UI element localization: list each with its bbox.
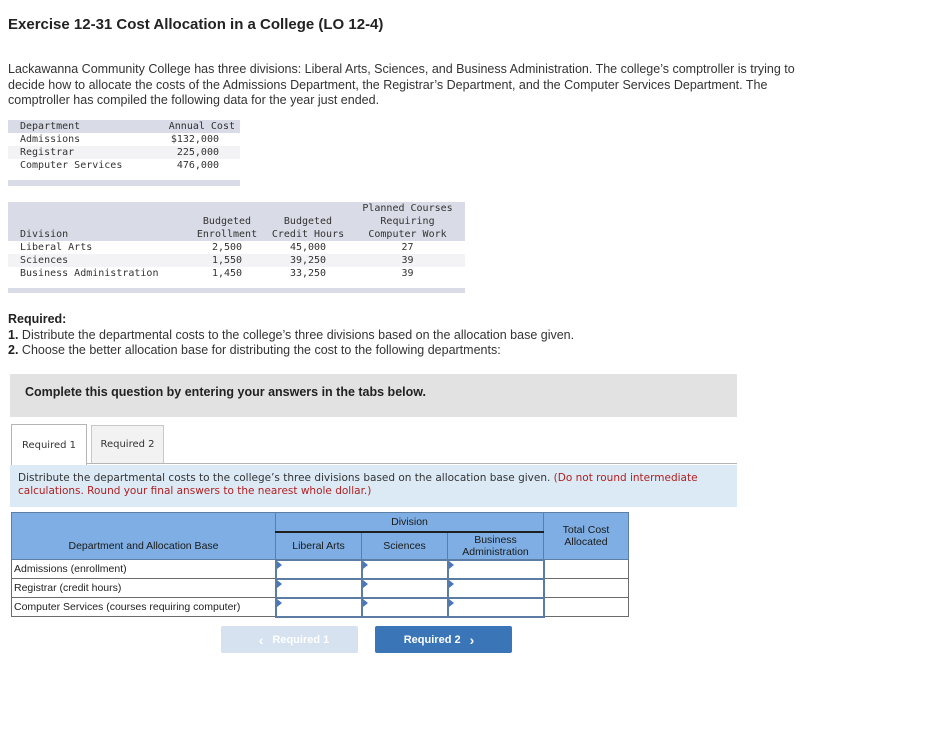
- header-division-group: Division: [275, 512, 544, 533]
- tab-required-2[interactable]: Required 2: [91, 425, 164, 464]
- registrar-liberal-arts-input[interactable]: [276, 579, 361, 597]
- department-name: Registrar: [8, 146, 151, 159]
- page-title: Exercise 12-31 Cost Allocation in a Coll…: [8, 16, 384, 33]
- chevron-right-icon: ›: [469, 631, 475, 648]
- header-total-cost-allocated: Total Cost Allocated: [543, 512, 629, 560]
- table-row: Computer Services (courses requiring com…: [11, 596, 629, 618]
- computer-business-cell: [446, 596, 545, 618]
- header-division: Division: [8, 202, 188, 241]
- computer-liberal-arts-input[interactable]: [276, 598, 361, 616]
- registrar-business-input[interactable]: [448, 579, 543, 597]
- registrar-sciences-input[interactable]: [362, 579, 447, 597]
- table-footer-bar: [8, 288, 465, 293]
- computer-sciences-input[interactable]: [362, 598, 447, 616]
- department-cost: 476,000: [176, 160, 219, 171]
- courses-value: 39: [401, 268, 414, 279]
- input-marker-icon: [448, 598, 454, 607]
- admissions-business-cell: [446, 558, 545, 580]
- input-marker-icon: [276, 579, 282, 588]
- header-sciences: Sciences: [361, 531, 448, 560]
- registrar-liberal-arts-cell: [274, 577, 363, 599]
- previous-required-1-button[interactable]: ‹ Required 1: [221, 626, 358, 653]
- admissions-business-input[interactable]: [448, 560, 543, 578]
- intro-paragraph: Lackawanna Community College has three d…: [8, 62, 795, 107]
- input-marker-icon: [362, 579, 368, 588]
- row-label-admissions: Admissions (enrollment): [11, 559, 276, 579]
- input-marker-icon: [448, 560, 454, 569]
- division-data-table: Division Budgeted Enrollment Budgeted Cred…: [8, 202, 465, 293]
- header-department-allocation-base: Department and Allocation Base: [11, 512, 276, 560]
- header-annual-cost: Annual Cost: [150, 120, 240, 133]
- row-label-computer-services: Computer Services (courses requiring com…: [11, 597, 276, 617]
- row-label-registrar: Registrar (credit hours): [11, 578, 276, 598]
- enrollment-value: 1,450: [211, 268, 243, 279]
- credit-hours-value: 39,250: [266, 254, 350, 267]
- credit-hours-value: 45,000: [289, 242, 327, 253]
- banner-text: Complete this question by entering your …: [25, 385, 426, 399]
- admissions-liberal-arts-cell: [274, 558, 363, 580]
- tab-divider: [87, 463, 737, 464]
- header-planned-courses: Planned Courses Requiring Computer Work: [350, 202, 465, 241]
- registrar-business-cell: [446, 577, 545, 599]
- table-footer-bar: [8, 180, 240, 186]
- required-heading: Required:: [8, 312, 67, 326]
- table-row: Registrar 225,000: [8, 146, 240, 159]
- admissions-sciences-cell: [360, 558, 449, 580]
- table-header-row: Division Budgeted Enrollment Budgeted Cred…: [8, 202, 465, 241]
- admissions-liberal-arts-input[interactable]: [276, 560, 361, 578]
- department-cost-table: Department Annual Cost Admissions $132,0…: [8, 120, 240, 186]
- instruction-banner: Complete this question by entering your …: [10, 374, 737, 417]
- next-required-2-button[interactable]: Required 2 ›: [375, 626, 512, 653]
- table-header-row: Department Annual Cost: [8, 120, 240, 133]
- requirement-item-1: 1. Distribute the departmental costs to …: [8, 327, 575, 342]
- department-cost: 225,000: [150, 146, 240, 159]
- courses-value: 27: [401, 242, 414, 253]
- header-credit-hours: Budgeted Credit Hours: [266, 202, 350, 241]
- enrollment-value: 1,550: [188, 254, 266, 267]
- requirements-section: Required: 1. Distribute the departmental…: [8, 312, 574, 359]
- header-department: Department: [8, 120, 151, 133]
- table-row: Registrar (credit hours): [11, 577, 629, 599]
- table-row: Sciences 1,550 39,250 39: [8, 254, 465, 267]
- department-name: Computer Services: [20, 160, 123, 171]
- next-button-label: Required 2: [403, 633, 461, 646]
- division-name: Business Administration: [20, 268, 159, 279]
- enrollment-value: 2,500: [211, 242, 243, 253]
- registrar-sciences-cell: [360, 577, 449, 599]
- computer-sciences-cell: [360, 596, 449, 618]
- courses-value: 39: [350, 254, 465, 267]
- table-row: Liberal Arts 2,500 45,000 27: [8, 241, 465, 254]
- table-row: Business Administration 1,450 33,250 39: [8, 267, 465, 280]
- input-marker-icon: [276, 598, 282, 607]
- header-enrollment: Budgeted Enrollment: [188, 202, 266, 241]
- table-row: Admissions $132,000: [8, 133, 240, 146]
- question-instruction: Distribute the departmental costs to the…: [10, 465, 737, 507]
- chevron-left-icon: ‹: [258, 631, 264, 648]
- admissions-total-cell: [543, 559, 629, 579]
- computer-liberal-arts-cell: [274, 596, 363, 618]
- input-marker-icon: [448, 579, 454, 588]
- department-cost: $132,000: [170, 134, 219, 145]
- header-business-administration: Business Administration: [447, 531, 544, 560]
- prev-button-label: Required 1: [272, 633, 330, 646]
- division-name: Sciences: [8, 254, 188, 267]
- department-name: Admissions: [20, 134, 81, 145]
- instruction-text: Distribute the departmental costs to the…: [18, 472, 554, 484]
- input-marker-icon: [276, 560, 282, 569]
- input-marker-icon: [362, 598, 368, 607]
- credit-hours-value: 33,250: [289, 268, 327, 279]
- tab-required-1[interactable]: Required 1: [11, 424, 87, 465]
- computer-business-input[interactable]: [448, 598, 543, 616]
- table-row: Computer Services 476,000: [8, 159, 240, 172]
- computer-total-cell: [543, 597, 629, 617]
- division-name: Liberal Arts: [20, 242, 93, 253]
- allocation-answer-table: Department and Allocation Base Division …: [11, 512, 629, 618]
- header-liberal-arts: Liberal Arts: [275, 531, 362, 560]
- table-row: Admissions (enrollment): [11, 558, 629, 580]
- admissions-sciences-input[interactable]: [362, 560, 447, 578]
- requirement-item-2: 2. Choose the better allocation base for…: [8, 343, 501, 357]
- registrar-total-cell: [543, 578, 629, 598]
- input-marker-icon: [362, 560, 368, 569]
